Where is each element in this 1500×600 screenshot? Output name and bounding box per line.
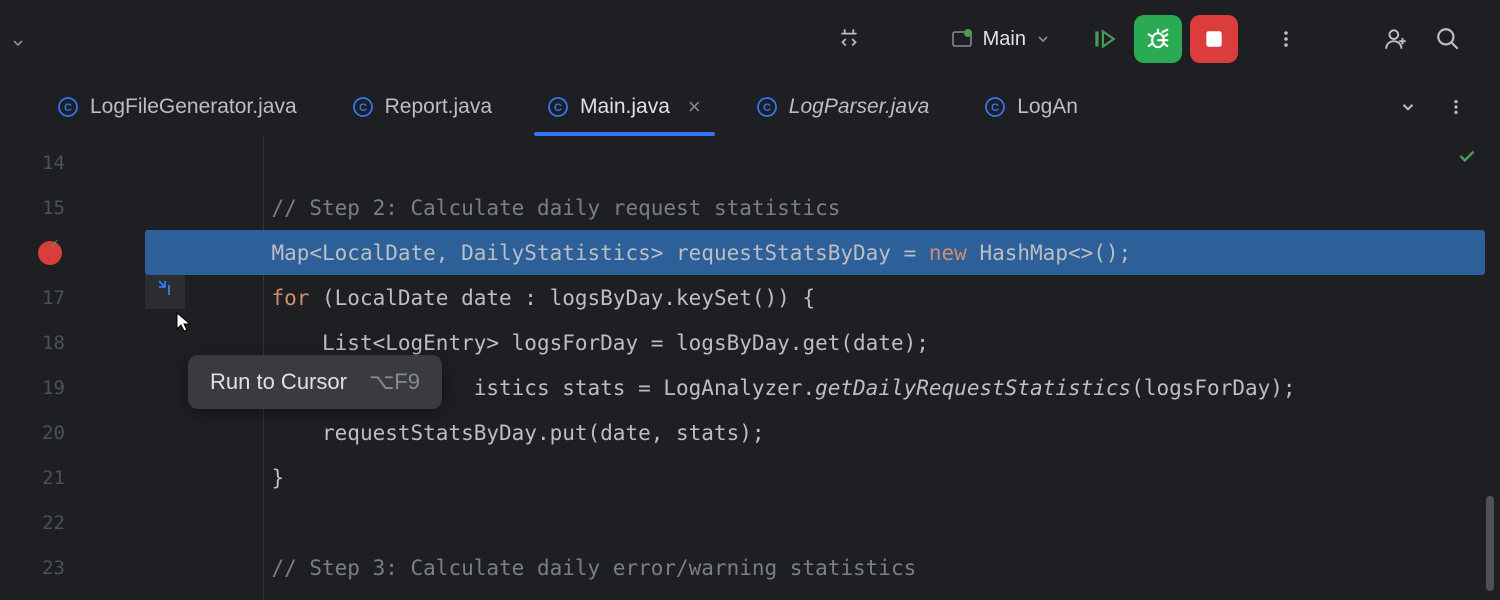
tab-logparser[interactable]: C LogParser.java	[729, 78, 957, 135]
run-to-cursor-tooltip: Run to Cursor ⌥F9	[188, 355, 442, 409]
class-file-icon: C	[548, 97, 568, 117]
code-line-execution-point[interactable]: Map<LocalDate, DailyStatistics> requestS…	[145, 230, 1485, 275]
svg-text:C: C	[64, 102, 72, 114]
terminal-icon	[951, 28, 973, 50]
code-line[interactable]: // Step 2: Calculate daily request stati…	[145, 185, 1500, 230]
tab-report[interactable]: C Report.java	[325, 78, 520, 135]
editor-tabs: C LogFileGenerator.java C Report.java C …	[0, 78, 1500, 136]
class-file-icon: C	[58, 97, 78, 117]
tab-main[interactable]: C Main.java ×	[520, 78, 729, 135]
line-number[interactable]: 20	[0, 410, 145, 455]
debug-button[interactable]	[1134, 15, 1182, 63]
class-file-icon: C	[985, 97, 1005, 117]
code-with-me-button[interactable]	[1374, 17, 1418, 61]
tab-label: LogAn	[1017, 95, 1078, 119]
tab-label: LogFileGenerator.java	[90, 95, 297, 119]
line-number-breakpoint[interactable]: ✓	[0, 230, 145, 275]
search-everywhere-button[interactable]	[1426, 17, 1470, 61]
class-file-icon: C	[757, 97, 777, 117]
tab-logfilegenerator[interactable]: C LogFileGenerator.java	[30, 78, 325, 135]
tooltip-label: Run to Cursor	[210, 369, 347, 395]
tab-label: Main.java	[580, 95, 670, 119]
run-configuration-selector[interactable]: Main	[937, 20, 1064, 59]
line-number[interactable]: 21	[0, 455, 145, 500]
tab-label: LogParser.java	[789, 95, 929, 119]
line-number[interactable]: 17	[0, 275, 145, 320]
line-number[interactable]: 22	[0, 500, 145, 545]
code-line[interactable]	[145, 140, 1500, 185]
tab-dropdown-icon[interactable]	[1399, 98, 1417, 116]
stop-button[interactable]	[1190, 15, 1238, 63]
close-tab-icon[interactable]: ×	[688, 94, 701, 120]
svg-text:C: C	[991, 102, 999, 114]
code-line[interactable]: requestStatsByDay.put(date, stats);	[145, 410, 1500, 455]
gutter[interactable]: 14 15 ✓ 17 18 19 20 21 22 23	[0, 136, 145, 600]
more-actions-button[interactable]	[1264, 17, 1308, 61]
resume-button[interactable]	[1082, 17, 1126, 61]
tab-label: Report.java	[385, 95, 492, 119]
line-number[interactable]: 19	[0, 365, 145, 410]
inspection-ok-icon[interactable]	[1456, 145, 1478, 171]
line-number[interactable]: 14	[0, 140, 145, 185]
code-line[interactable]: for (LocalDate date : logsByDay.keySet()…	[145, 275, 1500, 320]
svg-text:C: C	[359, 102, 367, 114]
line-number[interactable]: 23	[0, 545, 145, 590]
code-line[interactable]	[145, 500, 1500, 545]
chevron-down-icon	[1036, 32, 1050, 46]
vertical-scrollbar[interactable]	[1486, 496, 1494, 591]
tab-more-icon[interactable]	[1447, 98, 1465, 116]
run-config-label: Main	[983, 28, 1026, 51]
window-menu-chevron[interactable]	[10, 35, 26, 55]
breakpoint-verified-icon: ✓	[50, 236, 58, 252]
class-file-icon: C	[353, 97, 373, 117]
tab-logan[interactable]: C LogAn	[957, 78, 1106, 135]
code-line[interactable]: // Step 3: Calculate daily error/warning…	[145, 545, 1500, 590]
svg-text:C: C	[554, 102, 562, 114]
code-line[interactable]: }	[145, 455, 1500, 500]
build-button[interactable]	[827, 17, 871, 61]
svg-text:C: C	[763, 102, 771, 114]
main-toolbar: Main	[0, 0, 1500, 78]
line-number[interactable]: 15	[0, 185, 145, 230]
mouse-cursor-icon	[173, 310, 197, 338]
line-number[interactable]: 18	[0, 320, 145, 365]
tooltip-shortcut: ⌥F9	[369, 369, 420, 395]
